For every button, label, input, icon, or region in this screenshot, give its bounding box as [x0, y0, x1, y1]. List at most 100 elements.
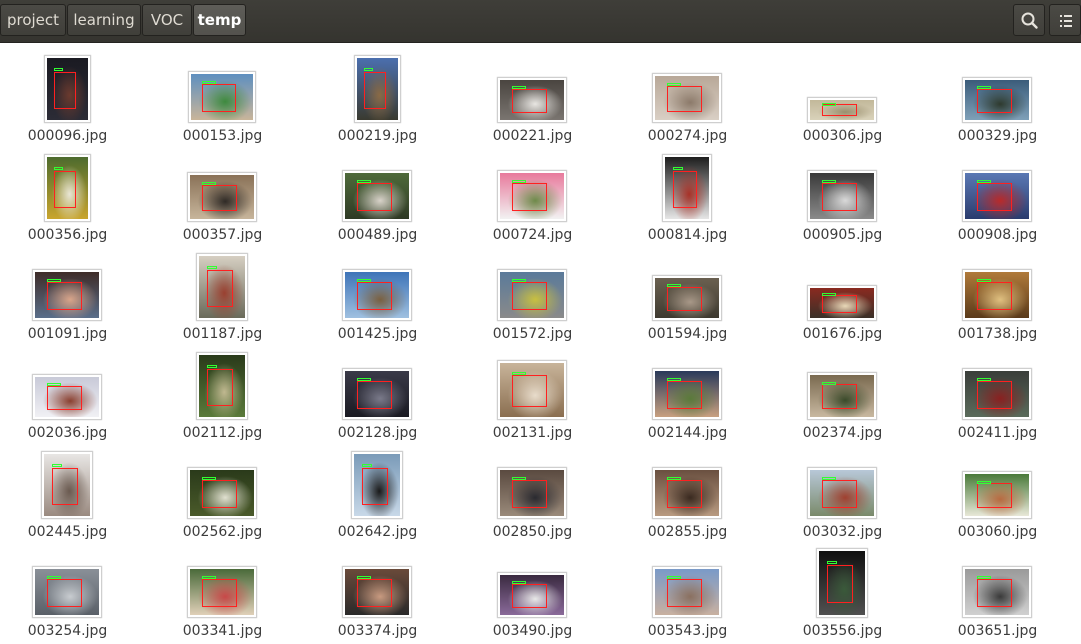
file-item[interactable]: 002445.jpg: [0, 446, 155, 545]
file-item[interactable]: 003254.jpg: [0, 545, 155, 644]
file-item[interactable]: 003490.jpg: [465, 545, 620, 644]
file-item[interactable]: 002855.jpg: [620, 446, 775, 545]
file-item[interactable]: 003341.jpg: [155, 545, 310, 644]
view-menu-button[interactable]: [1049, 4, 1081, 36]
file-item[interactable]: 002411.jpg: [930, 347, 1081, 446]
file-thumbnail[interactable]: [962, 170, 1032, 222]
breadcrumb-project[interactable]: project: [0, 4, 66, 36]
file-thumbnail[interactable]: [43, 154, 91, 222]
annotation-label: [202, 81, 216, 85]
annotation-box: [511, 583, 547, 608]
file-thumbnail[interactable]: [342, 170, 412, 222]
file-item[interactable]: 003060.jpg: [930, 446, 1081, 545]
file-thumbnail[interactable]: [342, 368, 412, 420]
file-item[interactable]: 003374.jpg: [310, 545, 465, 644]
file-thumbnail[interactable]: [652, 566, 722, 618]
file-thumbnail[interactable]: [962, 471, 1032, 519]
file-thumbnail[interactable]: [351, 451, 403, 519]
file-thumbnail[interactable]: [962, 77, 1032, 123]
file-item[interactable]: 001187.jpg: [155, 248, 310, 347]
file-thumbnail[interactable]: [342, 566, 412, 618]
file-item[interactable]: 000221.jpg: [465, 50, 620, 149]
annotation-label: [207, 265, 218, 269]
file-item[interactable]: 002112.jpg: [155, 347, 310, 446]
file-item[interactable]: 001572.jpg: [465, 248, 620, 347]
file-item[interactable]: 001676.jpg: [775, 248, 930, 347]
file-thumbnail[interactable]: [32, 269, 102, 321]
file-thumbnail[interactable]: [41, 451, 93, 519]
file-thumbnail[interactable]: [816, 548, 868, 618]
file-item[interactable]: 000306.jpg: [775, 50, 930, 149]
image-preview: [199, 256, 245, 318]
breadcrumb-voc[interactable]: VOC: [142, 4, 192, 36]
annotation-label: [53, 67, 63, 71]
search-button[interactable]: [1013, 4, 1045, 36]
file-thumbnail[interactable]: [497, 572, 567, 618]
file-item[interactable]: 000153.jpg: [155, 50, 310, 149]
file-item[interactable]: 003556.jpg: [775, 545, 930, 644]
file-item[interactable]: 000329.jpg: [930, 50, 1081, 149]
file-item[interactable]: 000489.jpg: [310, 149, 465, 248]
file-thumbnail[interactable]: [807, 372, 877, 420]
file-thumbnail[interactable]: [962, 269, 1032, 321]
file-thumbnail[interactable]: [187, 172, 257, 222]
file-thumbnail[interactable]: [652, 73, 722, 123]
file-thumbnail[interactable]: [497, 360, 567, 420]
file-item[interactable]: 003651.jpg: [930, 545, 1081, 644]
file-item[interactable]: 000096.jpg: [0, 50, 155, 149]
file-item[interactable]: 000274.jpg: [620, 50, 775, 149]
file-item[interactable]: 001594.jpg: [620, 248, 775, 347]
image-preview: [35, 569, 99, 615]
file-thumbnail[interactable]: [652, 275, 722, 321]
file-thumbnail[interactable]: [353, 55, 401, 123]
file-thumbnail[interactable]: [662, 154, 712, 222]
file-item[interactable]: 000356.jpg: [0, 149, 155, 248]
file-item[interactable]: 002562.jpg: [155, 446, 310, 545]
file-item[interactable]: 002374.jpg: [775, 347, 930, 446]
file-thumbnail[interactable]: [807, 97, 877, 123]
file-item[interactable]: 003543.jpg: [620, 545, 775, 644]
file-item[interactable]: 002642.jpg: [310, 446, 465, 545]
file-item[interactable]: 000905.jpg: [775, 149, 930, 248]
file-thumbnail[interactable]: [32, 566, 102, 618]
breadcrumb-temp[interactable]: temp: [193, 4, 246, 36]
file-item[interactable]: 000357.jpg: [155, 149, 310, 248]
file-thumbnail[interactable]: [497, 467, 567, 519]
annotation-label: [46, 383, 61, 387]
annotation-box: [821, 294, 857, 313]
file-name: 002850.jpg: [492, 524, 573, 540]
file-thumbnail[interactable]: [497, 170, 567, 222]
file-item[interactable]: 002144.jpg: [620, 347, 775, 446]
file-item[interactable]: 002128.jpg: [310, 347, 465, 446]
file-item[interactable]: 002131.jpg: [465, 347, 620, 446]
file-thumbnail[interactable]: [43, 55, 91, 123]
file-item[interactable]: 000724.jpg: [465, 149, 620, 248]
file-thumbnail[interactable]: [807, 285, 877, 321]
file-item[interactable]: 002850.jpg: [465, 446, 620, 545]
file-item[interactable]: 001425.jpg: [310, 248, 465, 347]
breadcrumb-learning[interactable]: learning: [67, 4, 141, 36]
file-thumbnail[interactable]: [962, 566, 1032, 618]
file-thumbnail[interactable]: [497, 269, 567, 321]
file-thumbnail[interactable]: [188, 71, 256, 123]
file-item[interactable]: 001738.jpg: [930, 248, 1081, 347]
file-thumbnail[interactable]: [497, 77, 567, 123]
file-item[interactable]: 003032.jpg: [775, 446, 930, 545]
image-preview: [965, 474, 1029, 516]
file-thumbnail[interactable]: [196, 352, 248, 420]
file-item[interactable]: 000219.jpg: [310, 50, 465, 149]
file-thumbnail[interactable]: [807, 170, 877, 222]
file-thumbnail[interactable]: [342, 269, 412, 321]
file-thumbnail[interactable]: [187, 467, 257, 519]
file-item[interactable]: 002036.jpg: [0, 347, 155, 446]
file-item[interactable]: 000814.jpg: [620, 149, 775, 248]
file-item[interactable]: 000908.jpg: [930, 149, 1081, 248]
file-thumbnail[interactable]: [962, 368, 1032, 420]
file-thumbnail[interactable]: [652, 467, 722, 519]
file-item[interactable]: 001091.jpg: [0, 248, 155, 347]
file-thumbnail[interactable]: [32, 374, 102, 420]
file-thumbnail[interactable]: [807, 467, 877, 519]
file-thumbnail[interactable]: [652, 368, 722, 420]
file-thumbnail[interactable]: [196, 253, 248, 321]
file-thumbnail[interactable]: [187, 566, 257, 618]
